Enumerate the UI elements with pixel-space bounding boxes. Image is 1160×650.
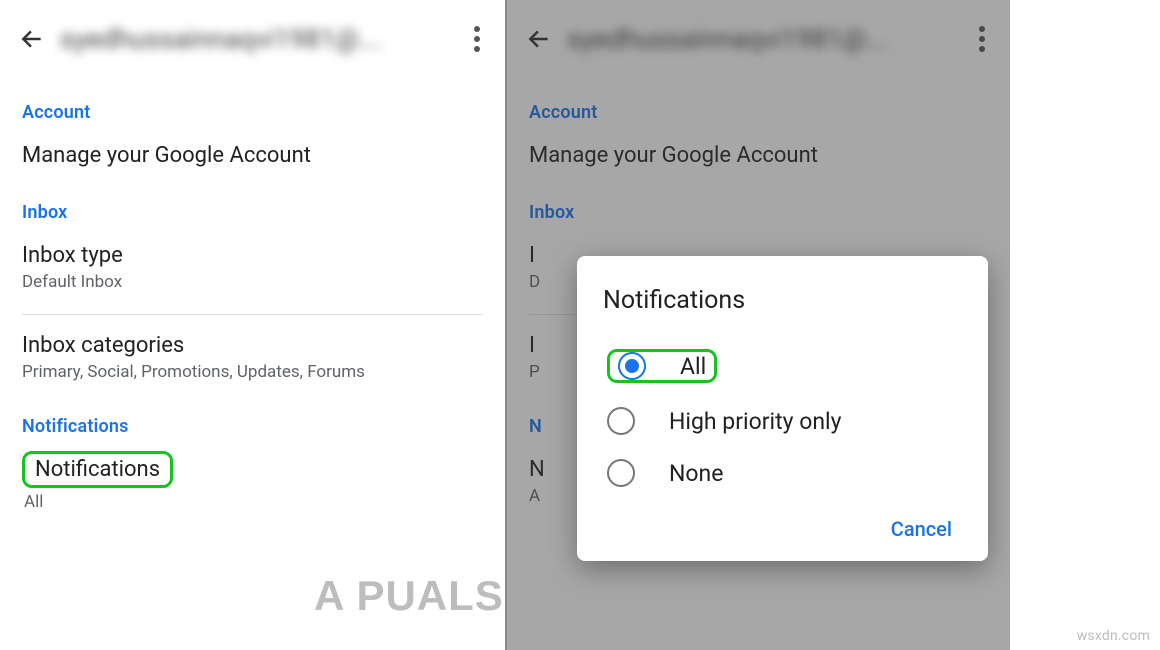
inbox-categories-value: Primary, Social, Promotions, Updates, Fo…: [22, 362, 483, 382]
back-arrow-icon[interactable]: [18, 25, 46, 53]
notifications-row[interactable]: Notifications All: [22, 451, 483, 528]
radio-label-all: All: [680, 353, 706, 380]
cancel-button[interactable]: Cancel: [881, 509, 962, 549]
appbar: syedhussainnaqvi1981@...: [0, 0, 505, 74]
settings-screen-right: syedhussainnaqvi1981@... Account Manage …: [505, 0, 1010, 650]
notifications-value: All: [24, 492, 483, 512]
radio-option-none[interactable]: None: [603, 447, 962, 499]
manage-google-account-row[interactable]: Manage your Google Account: [22, 137, 483, 184]
radio-label-high: High priority only: [669, 408, 842, 435]
notifications-dialog: Notifications All High priority only Non…: [577, 256, 988, 561]
inbox-type-label: Inbox type: [22, 243, 483, 268]
highlight-box-notifications: Notifications: [22, 451, 173, 488]
inbox-categories-label: Inbox categories: [22, 333, 483, 358]
page-gutter: [1010, 0, 1160, 650]
settings-screen-left: syedhussainnaqvi1981@... Account Manage …: [0, 0, 505, 650]
inbox-categories-row[interactable]: Inbox categories Primary, Social, Promot…: [22, 327, 483, 398]
dialog-title: Notifications: [603, 286, 962, 315]
notifications-label: Notifications: [35, 457, 160, 482]
account-email-title: syedhussainnaqvi1981@...: [60, 23, 449, 55]
radio-option-all[interactable]: All: [603, 337, 962, 395]
overflow-menu-icon[interactable]: [463, 26, 491, 52]
radio-unselected-icon: [607, 407, 635, 435]
section-header-notifications: Notifications: [22, 416, 483, 437]
radio-unselected-icon: [607, 459, 635, 487]
section-header-account: Account: [22, 102, 483, 123]
radio-label-none: None: [669, 460, 723, 487]
radio-selected-icon: [618, 352, 646, 380]
inbox-type-value: Default Inbox: [22, 272, 483, 292]
highlight-box-all-option: All: [607, 349, 717, 383]
divider: [22, 314, 483, 315]
inbox-type-row[interactable]: Inbox type Default Inbox: [22, 237, 483, 308]
section-header-inbox: Inbox: [22, 202, 483, 223]
radio-option-high-priority[interactable]: High priority only: [603, 395, 962, 447]
manage-google-account-label: Manage your Google Account: [22, 143, 483, 168]
